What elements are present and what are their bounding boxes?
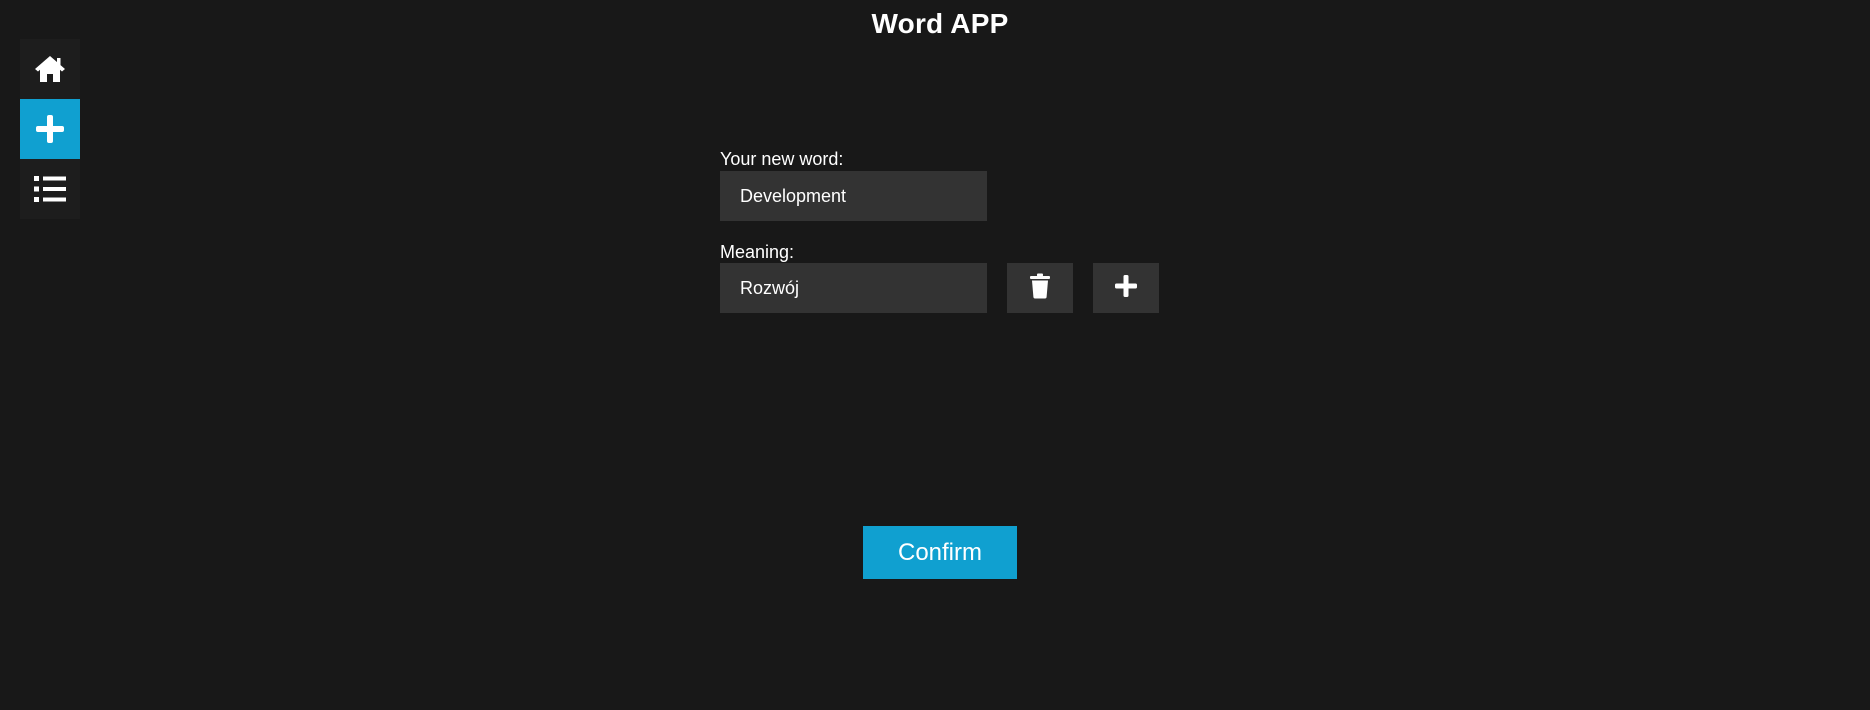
- meaning-label: Meaning:: [720, 242, 795, 262]
- word-input[interactable]: [720, 171, 987, 221]
- meaning-input[interactable]: [720, 263, 987, 313]
- sidebar-item-list[interactable]: [20, 159, 80, 219]
- word-label: Your new word:: [720, 149, 844, 169]
- add-meaning-button[interactable]: [1093, 263, 1159, 313]
- home-icon: [33, 54, 67, 84]
- sidebar-item-add[interactable]: [20, 99, 80, 159]
- plus-icon: [35, 114, 65, 144]
- list-icon: [33, 174, 67, 204]
- plus-icon: [1114, 274, 1138, 303]
- confirm-button[interactable]: Confirm: [863, 526, 1017, 579]
- page-title: Word APP: [871, 8, 1009, 39]
- sidebar-item-home[interactable]: [20, 39, 80, 99]
- trash-icon: [1029, 273, 1051, 304]
- delete-meaning-button[interactable]: [1007, 263, 1073, 313]
- word-app: Word APP Your new word: Development Mean…: [0, 0, 1870, 710]
- sidebar: [20, 39, 80, 219]
